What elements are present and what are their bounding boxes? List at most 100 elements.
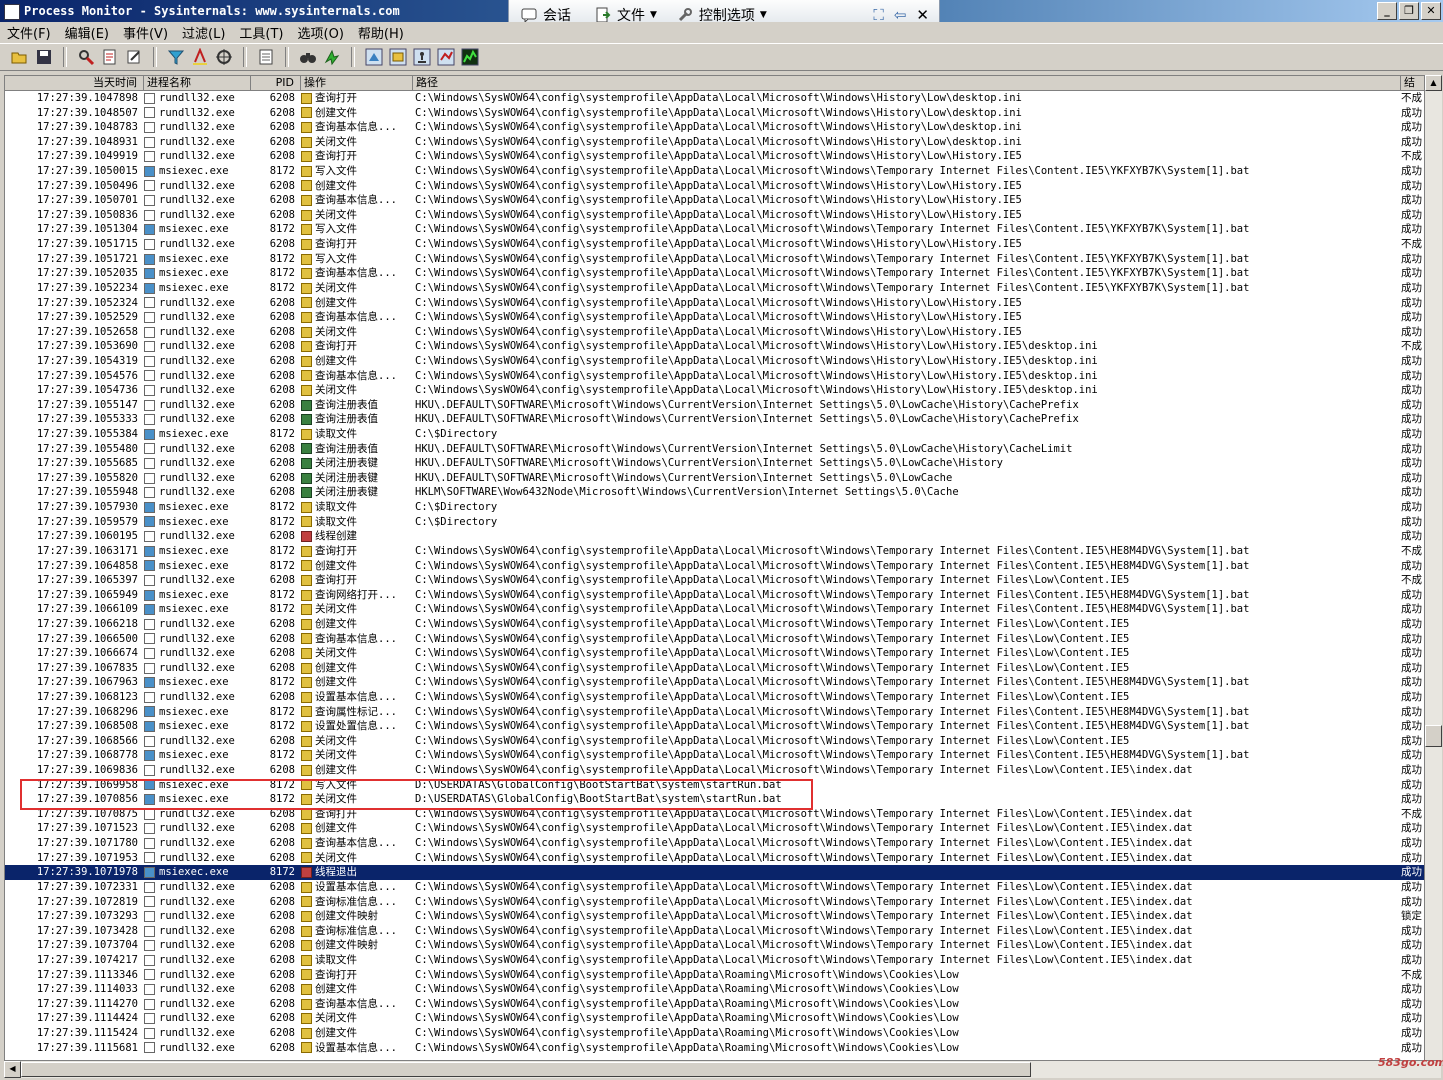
show-registry-button[interactable] (364, 47, 384, 67)
table-row[interactable]: 17:27:39.1050836 rundll32.exe 6208 关闭文件 C:\W… (5, 208, 1425, 223)
table-row[interactable]: 17:27:39.1070875 rundll32.exe 6208 查询打开 C:\W… (5, 807, 1425, 822)
table-row[interactable]: 17:27:39.1067963 msiexec.exe 8172 创建文件 C:\Wi… (5, 675, 1425, 690)
column-path[interactable]: 路径 (413, 76, 1401, 91)
table-row[interactable]: 17:27:39.1055820 rundll32.exe 6208 关闭注册表键 HK… (5, 471, 1425, 486)
table-row[interactable]: 17:27:39.1067835 rundll32.exe 6208 创建文件 C:\W… (5, 661, 1425, 676)
table-row[interactable]: 17:27:39.1068508 msiexec.exe 8172 设置处置信息...… (5, 719, 1425, 734)
menu-filter[interactable]: 过滤(L) (175, 23, 232, 42)
table-row[interactable]: 17:27:39.1068566 rundll32.exe 6208 关闭文件 C:\W… (5, 734, 1425, 749)
column-time[interactable]: 当天时间 (5, 76, 144, 91)
clear-button[interactable] (124, 47, 144, 67)
show-process-button[interactable] (436, 47, 456, 67)
horizontal-scrollbar[interactable]: ◀ (4, 1060, 1441, 1078)
table-row[interactable]: 17:27:39.1114270 rundll32.exe 6208 查询基本信息..… (5, 997, 1425, 1012)
minimize-button[interactable]: _ (1377, 2, 1397, 20)
maximize-button[interactable]: ❐ (1399, 2, 1419, 20)
table-row[interactable]: 17:27:39.1073704 rundll32.exe 6208 创建文件映射 C:… (5, 938, 1425, 953)
table-row[interactable]: 17:27:39.1055480 rundll32.exe 6208 查询注册表值 HK… (5, 442, 1425, 457)
table-row[interactable]: 17:27:39.1068123 rundll32.exe 6208 设置基本信息..… (5, 690, 1425, 705)
table-row[interactable]: 17:27:39.1071953 rundll32.exe 6208 关闭文件 C:\W… (5, 851, 1425, 866)
table-row[interactable]: 17:27:39.1051715 rundll32.exe 6208 查询打开 C:\W… (5, 237, 1425, 252)
table-row[interactable]: 17:27:39.1065949 msiexec.exe 8172 查询网络打开...… (5, 588, 1425, 603)
find-button[interactable] (298, 47, 318, 67)
table-row[interactable]: 17:27:39.1113346 rundll32.exe 6208 查询打开 C:\W… (5, 968, 1425, 983)
menu-event[interactable]: 事件(V) (116, 23, 175, 42)
event-list[interactable]: 当天时间 进程名称 PID 操作 路径 结 17:27:39.1047898 ru… (4, 75, 1426, 1062)
table-row[interactable]: 17:27:39.1115424 rundll32.exe 6208 创建文件 C:\W… (5, 1026, 1425, 1041)
table-row[interactable]: 17:27:39.1073293 rundll32.exe 6208 创建文件映射 C:… (5, 909, 1425, 924)
scroll-up-icon[interactable]: ▲ (1425, 75, 1442, 91)
menu-file[interactable]: 文件(F) (0, 23, 58, 42)
table-row[interactable]: 17:27:39.1052324 rundll32.exe 6208 创建文件 C:\W… (5, 296, 1425, 311)
table-row[interactable]: 17:27:39.1052658 rundll32.exe 6208 关闭文件 C:\W… (5, 325, 1425, 340)
target-button[interactable] (214, 47, 234, 67)
table-row[interactable]: 17:27:39.1070856 msiexec.exe 8172 关闭文件 D:\US… (5, 792, 1425, 807)
table-row[interactable]: 17:27:39.1054319 rundll32.exe 6208 创建文件 C:\W… (5, 354, 1425, 369)
table-row[interactable]: 17:27:39.1066500 rundll32.exe 6208 查询基本信息..… (5, 632, 1425, 647)
table-row[interactable]: 17:27:39.1050015 msiexec.exe 8172 写入文件 C:\Wi… (5, 164, 1425, 179)
menu-edit[interactable]: 编辑(E) (58, 23, 116, 42)
column-pid[interactable]: PID (251, 76, 301, 91)
table-row[interactable]: 17:27:39.1068296 msiexec.exe 8172 查询属性标记...… (5, 705, 1425, 720)
vertical-scrollbar[interactable]: ▲ (1424, 75, 1442, 1060)
horizontal-scroll-thumb[interactable] (21, 1062, 1031, 1077)
menu-options[interactable]: 选项(O) (291, 23, 351, 42)
table-row[interactable]: 17:27:39.1071523 rundll32.exe 6208 创建文件 C:\W… (5, 821, 1425, 836)
table-row[interactable]: 17:27:39.1066218 rundll32.exe 6208 创建文件 C:\W… (5, 617, 1425, 632)
table-row[interactable]: 17:27:39.1069958 msiexec.exe 8172 写入文件 D:\US… (5, 778, 1425, 793)
save-button[interactable] (34, 47, 54, 67)
table-row[interactable]: 17:27:39.1053690 rundll32.exe 6208 查询打开 C:\W… (5, 339, 1425, 354)
table-row[interactable]: 17:27:39.1071978 msiexec.exe 8172 线程退出 成功 (5, 865, 1425, 880)
capture-button[interactable] (76, 47, 96, 67)
table-row[interactable]: 17:27:39.1055685 rundll32.exe 6208 关闭注册表键 HK… (5, 456, 1425, 471)
table-row[interactable]: 17:27:39.1072819 rundll32.exe 6208 查询标准信息..… (5, 895, 1425, 910)
table-row[interactable]: 17:27:39.1072331 rundll32.exe 6208 设置基本信息..… (5, 880, 1425, 895)
properties-button[interactable] (256, 47, 276, 67)
table-row[interactable]: 17:27:39.1060195 rundll32.exe 6208 线程创建 成功 (5, 529, 1425, 544)
show-profiling-button[interactable] (460, 47, 480, 67)
table-row[interactable]: 17:27:39.1051721 msiexec.exe 8172 写入文件 C:\Wi… (5, 252, 1425, 267)
table-row[interactable]: 17:27:39.1115681 rundll32.exe 6208 设置基本信息..… (5, 1041, 1425, 1056)
table-row[interactable]: 17:27:39.1066109 msiexec.exe 8172 关闭文件 C:\Wi… (5, 602, 1425, 617)
menu-help[interactable]: 帮助(H) (351, 23, 411, 42)
close-button[interactable]: ✕ (1421, 2, 1441, 20)
table-row[interactable]: 17:27:39.1048783 rundll32.exe 6208 查询基本信息..… (5, 120, 1425, 135)
jump-button[interactable] (322, 47, 342, 67)
column-process[interactable]: 进程名称 (144, 76, 251, 91)
scroll-left-icon[interactable]: ◀ (4, 1061, 21, 1078)
table-row[interactable]: 17:27:39.1114424 rundll32.exe 6208 关闭文件 C:\W… (5, 1011, 1425, 1026)
table-row[interactable]: 17:27:39.1048507 rundll32.exe 6208 创建文件 C:\W… (5, 106, 1425, 121)
table-row[interactable]: 17:27:39.1052529 rundll32.exe 6208 查询基本信息..… (5, 310, 1425, 325)
table-row[interactable]: 17:27:39.1071780 rundll32.exe 6208 查询基本信息..… (5, 836, 1425, 851)
filter-button[interactable] (166, 47, 186, 67)
table-row[interactable]: 17:27:39.1050496 rundll32.exe 6208 创建文件 C:\W… (5, 179, 1425, 194)
table-row[interactable]: 17:27:39.1054736 rundll32.exe 6208 关闭文件 C:\W… (5, 383, 1425, 398)
table-row[interactable]: 17:27:39.1055948 rundll32.exe 6208 关闭注册表键 HK… (5, 485, 1425, 500)
table-row[interactable]: 17:27:39.1059579 msiexec.exe 8172 读取文件 C:\$D… (5, 515, 1425, 530)
table-row[interactable]: 17:27:39.1074217 rundll32.exe 6208 读取文件 C:\W… (5, 953, 1425, 968)
highlight-button[interactable] (190, 47, 210, 67)
table-row[interactable]: 17:27:39.1048931 rundll32.exe 6208 关闭文件 C:\W… (5, 135, 1425, 150)
table-row[interactable]: 17:27:39.1054576 rundll32.exe 6208 查询基本信息..… (5, 369, 1425, 384)
table-row[interactable]: 17:27:39.1049919 rundll32.exe 6208 查询打开 C:\W… (5, 149, 1425, 164)
column-operation[interactable]: 操作 (301, 76, 413, 91)
table-row[interactable]: 17:27:39.1051304 msiexec.exe 8172 写入文件 C:\Wi… (5, 222, 1425, 237)
show-filesystem-button[interactable] (388, 47, 408, 67)
show-network-button[interactable] (412, 47, 432, 67)
table-row[interactable]: 17:27:39.1068778 msiexec.exe 8172 关闭文件 C:\Wi… (5, 748, 1425, 763)
table-row[interactable]: 17:27:39.1114033 rundll32.exe 6208 创建文件 C:\W… (5, 982, 1425, 997)
table-row[interactable]: 17:27:39.1055147 rundll32.exe 6208 查询注册表值 HK… (5, 398, 1425, 413)
table-row[interactable]: 17:27:39.1052234 msiexec.exe 8172 关闭文件 C:\Wi… (5, 281, 1425, 296)
table-row[interactable]: 17:27:39.1073428 rundll32.exe 6208 查询标准信息..… (5, 924, 1425, 939)
table-row[interactable]: 17:27:39.1052035 msiexec.exe 8172 查询基本信息...… (5, 266, 1425, 281)
table-row[interactable]: 17:27:39.1066674 rundll32.exe 6208 关闭文件 C:\W… (5, 646, 1425, 661)
table-row[interactable]: 17:27:39.1069836 rundll32.exe 6208 创建文件 C:\W… (5, 763, 1425, 778)
table-row[interactable]: 17:27:39.1055333 rundll32.exe 6208 查询注册表值 HK… (5, 412, 1425, 427)
open-button[interactable] (10, 47, 30, 67)
table-row[interactable]: 17:27:39.1055384 msiexec.exe 8172 读取文件 C:\$D… (5, 427, 1425, 442)
menu-tools[interactable]: 工具(T) (232, 23, 290, 42)
table-row[interactable]: 17:27:39.1063171 msiexec.exe 8172 查询打开 C:\Wi… (5, 544, 1425, 559)
table-row[interactable]: 17:27:39.1050701 rundll32.exe 6208 查询基本信息..… (5, 193, 1425, 208)
table-row[interactable]: 17:27:39.1065397 rundll32.exe 6208 查询打开 C:\W… (5, 573, 1425, 588)
table-row[interactable]: 17:27:39.1064858 msiexec.exe 8172 创建文件 C:\Wi… (5, 559, 1425, 574)
